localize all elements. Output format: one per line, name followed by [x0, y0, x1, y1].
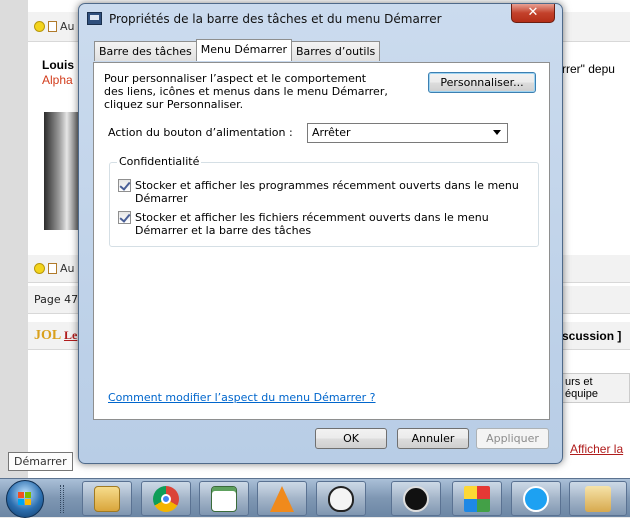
recent-files-option[interactable]: Stocker et afficher les fichiers récemme…	[118, 211, 528, 237]
post-toolbar-top[interactable]: Au	[34, 20, 75, 33]
folder-icon	[94, 485, 120, 512]
power-action-select[interactable]: Arrêter	[307, 123, 508, 143]
taskbar-item-alien[interactable]	[316, 481, 366, 516]
avatar	[44, 112, 82, 230]
recent-programs-option[interactable]: Stocker et afficher les programmes récem…	[118, 179, 528, 205]
taskbar-icon	[87, 12, 102, 25]
ok-button[interactable]: OK	[315, 428, 387, 449]
chrome-icon	[153, 485, 179, 512]
taskbar-item-ble[interactable]	[391, 481, 441, 516]
taskbar-item-notepad[interactable]	[199, 481, 249, 516]
tab-panel: Pour personnaliser l’aspect et le compor…	[93, 62, 550, 420]
apply-button[interactable]: Appliquer	[476, 428, 549, 449]
post-toolbar-label: Au	[60, 262, 75, 275]
cancel-button[interactable]: Annuler	[397, 428, 469, 449]
taskbar-item-avatar-app[interactable]	[569, 481, 627, 516]
tab-menu-demarrer[interactable]: Menu Démarrer	[195, 39, 293, 61]
jol-link[interactable]: Le	[64, 328, 77, 342]
background-text-discussion[interactable]: scussion ]	[562, 329, 621, 343]
close-icon: ✕	[527, 5, 539, 20]
author-name[interactable]: Louis	[42, 58, 74, 72]
jol-logo[interactable]: JOL Le	[34, 328, 77, 344]
tab-barres-doutils[interactable]: Barres d’outils	[291, 41, 381, 61]
taskbar-item-chrome[interactable]	[141, 481, 191, 516]
taskbar-item-vlc[interactable]	[257, 481, 307, 516]
taskbar-grip[interactable]	[60, 485, 64, 513]
windows-logo-icon	[18, 492, 32, 506]
post-toolbar-bottom[interactable]: Au	[34, 262, 75, 275]
author-rank: Alpha	[42, 73, 73, 87]
document-icon	[48, 263, 57, 274]
vlc-icon	[270, 485, 294, 512]
power-action-label: Action du bouton d’alimentation :	[108, 126, 293, 139]
alien-icon	[328, 485, 354, 512]
taskbar-item-skype[interactable]	[511, 481, 561, 516]
privacy-group: Confidentialité Stocker et afficher les …	[109, 155, 539, 247]
close-button[interactable]: ✕	[511, 4, 555, 23]
lightbulb-icon	[34, 21, 45, 32]
start-button[interactable]	[6, 480, 44, 518]
privacy-legend: Confidentialité	[117, 155, 202, 168]
power-action-value: Arrêter	[312, 126, 351, 139]
taskbar-properties-dialog: Propriétés de la barre des tâches et du …	[78, 3, 563, 464]
background-text-depuis: rrer" depu	[562, 62, 615, 76]
notepad-icon	[211, 485, 237, 512]
chevron-down-icon	[493, 130, 501, 135]
tab-barre-des-taches[interactable]: Barre des tâches	[94, 41, 197, 61]
recent-files-checkbox[interactable]	[118, 211, 131, 224]
jol-logo-text: JOL	[34, 328, 61, 343]
tab-bar: Barre des tâches Menu Démarrer Barres d’…	[94, 39, 381, 61]
taskbar-item-grid-app[interactable]	[452, 481, 502, 516]
ble-icon	[403, 485, 429, 512]
recent-files-label: Stocker et afficher les fichiers récemme…	[135, 211, 489, 237]
dialog-title: Propriétés de la barre des tâches et du …	[109, 12, 442, 26]
lightbulb-icon	[34, 263, 45, 274]
background-link-afficher[interactable]: Afficher la	[570, 442, 623, 456]
taskbar-item-explorer[interactable]	[82, 481, 132, 516]
start-tooltip: Démarrer	[8, 452, 73, 471]
customize-button[interactable]: Personnaliser...	[428, 72, 536, 93]
intro-text: Pour personnaliser l’aspect et le compor…	[104, 72, 388, 111]
skype-icon	[523, 485, 549, 512]
background-button-equipe[interactable]: urs et équipe	[560, 373, 630, 403]
help-link[interactable]: Comment modifier l’aspect du menu Démarr…	[108, 391, 376, 404]
post-toolbar-label: Au	[60, 20, 75, 33]
avatar-app-icon	[585, 485, 611, 512]
recent-programs-label: Stocker et afficher les programmes récem…	[135, 179, 519, 205]
taskbar	[0, 478, 630, 518]
recent-programs-checkbox[interactable]	[118, 179, 131, 192]
background-left-bar	[0, 0, 28, 478]
grid-app-icon	[464, 485, 490, 512]
document-icon	[48, 21, 57, 32]
